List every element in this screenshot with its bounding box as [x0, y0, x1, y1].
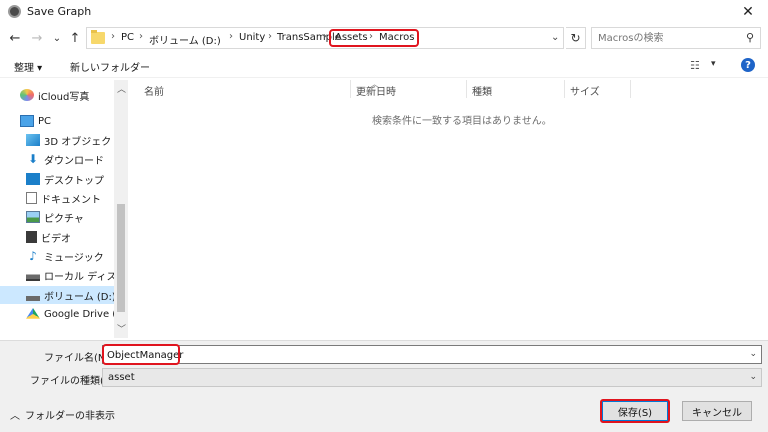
column-header-name[interactable]: 名前	[144, 83, 164, 98]
breadcrumb-highlight	[329, 29, 419, 47]
search-icon[interactable]: ⚲	[746, 31, 754, 44]
save-form-panel: ファイル名(N): ⌄ ファイルの種類(T): asset ⌄ ︿フォルダーの非…	[0, 340, 768, 432]
sidebar-item-3d-objects[interactable]: 3D オブジェクト	[26, 131, 121, 149]
cancel-button[interactable]: キャンセル	[682, 401, 752, 421]
back-arrow-icon[interactable]: ←	[6, 28, 24, 48]
column-header-size[interactable]: サイズ	[570, 83, 600, 98]
title-bar: Save Graph ✕	[0, 0, 768, 24]
file-list[interactable]: ︿ 名前 更新日時 種類 サイズ 検索条件に一致する項目はありません。	[130, 80, 768, 338]
column-divider[interactable]	[466, 80, 467, 98]
help-icon[interactable]: ?	[741, 58, 755, 72]
refresh-icon[interactable]: ↻	[566, 27, 586, 49]
forward-arrow-icon[interactable]: →	[28, 28, 46, 48]
navigation-pane: iCloud写真 PC 3D オブジェクト ⬇ ダウンロード デスクトップ ドキ…	[0, 80, 128, 338]
sidebar-item-volume-d[interactable]: ボリューム (D:)	[0, 286, 116, 304]
sidebar-item-label: ボリューム (D:)	[44, 291, 116, 303]
music-icon: ♪	[29, 249, 37, 263]
view-options-icon[interactable]: ☷	[690, 59, 700, 72]
desktop-icon	[26, 173, 40, 185]
command-toolbar: 整理 ▾ 新しいフォルダー ☷ ▾ ?	[0, 54, 768, 78]
breadcrumb-separator: ›	[139, 31, 143, 42]
sidebar-item-google-drive[interactable]: Google Drive (G:	[26, 305, 127, 323]
breadcrumb-volume-d[interactable]: ボリューム (D:)	[149, 32, 221, 47]
window-title: Save Graph	[27, 5, 92, 18]
filename-combobox[interactable]: ⌄	[102, 345, 762, 364]
3d-objects-icon	[26, 134, 40, 146]
navigation-bar: ← → ⌄ ↑ › PC › ボリューム (D:) › Unity › Tran…	[0, 26, 768, 50]
sidebar-scrollbar-thumb[interactable]	[117, 204, 125, 312]
breadcrumb-separator: ›	[268, 31, 272, 42]
videos-icon	[26, 231, 37, 243]
local-disk-icon	[26, 269, 40, 281]
filetype-select[interactable]: asset ⌄	[102, 368, 762, 387]
sidebar-item-label: PC	[38, 115, 52, 127]
organize-menu[interactable]: 整理 ▾	[14, 59, 42, 74]
new-folder-button[interactable]: 新しいフォルダー	[70, 59, 150, 74]
sidebar-item-downloads[interactable]: ⬇ ダウンロード	[26, 150, 114, 168]
sidebar-item-label: ダウンロード	[44, 155, 104, 167]
address-dropdown-icon[interactable]: ⌄	[551, 32, 559, 43]
column-divider[interactable]	[350, 80, 351, 98]
up-arrow-icon[interactable]: ↑	[66, 28, 84, 48]
recent-locations-icon[interactable]: ⌄	[48, 28, 66, 48]
sidebar-item-pictures[interactable]: ピクチャ	[26, 208, 114, 226]
pc-icon	[20, 115, 34, 127]
filetype-value: asset	[108, 372, 135, 383]
close-icon[interactable]: ✕	[728, 0, 768, 24]
filetype-dropdown-icon[interactable]: ⌄	[749, 372, 757, 382]
app-icon	[8, 5, 21, 18]
sidebar-item-documents[interactable]: ドキュメント	[26, 189, 114, 207]
sidebar-item-local-disk-c[interactable]: ローカル ディスク (C	[26, 266, 128, 284]
sidebar-item-label: iCloud写真	[38, 91, 90, 103]
sidebar-item-label: 3D オブジェクト	[44, 136, 122, 148]
sidebar-item-label: デスクトップ	[44, 175, 104, 187]
chevron-up-icon: ︿	[10, 411, 20, 422]
scroll-up-icon[interactable]: ︿	[117, 82, 126, 95]
breadcrumb-separator: ›	[111, 31, 115, 42]
download-icon: ⬇	[27, 152, 39, 166]
scroll-down-icon[interactable]: ﹀	[117, 322, 126, 335]
breadcrumb-unity[interactable]: Unity	[239, 32, 265, 43]
column-header-modified[interactable]: 更新日時	[356, 83, 396, 98]
search-input[interactable]	[598, 31, 738, 45]
sidebar-item-pc[interactable]: PC	[20, 112, 114, 130]
search-box[interactable]: ⚲	[591, 27, 761, 49]
breadcrumb-pc[interactable]: PC	[121, 32, 134, 43]
hide-folders-toggle[interactable]: ︿ フォルダーの非表示	[10, 407, 115, 422]
filename-highlight	[102, 344, 180, 365]
empty-list-message: 検索条件に一致する項目はありません。	[372, 116, 552, 127]
address-bar[interactable]: › PC › ボリューム (D:) › Unity › TransSample …	[86, 27, 564, 49]
icloud-photos-icon	[20, 89, 34, 101]
breadcrumb-separator: ›	[323, 31, 327, 42]
google-drive-icon	[26, 308, 40, 319]
sidebar-item-videos[interactable]: ビデオ	[26, 228, 114, 246]
column-divider[interactable]	[630, 80, 631, 98]
sidebar-item-music[interactable]: ♪ ミュージック	[26, 247, 114, 265]
sidebar-item-label: ミュージック	[44, 252, 104, 264]
breadcrumb-separator: ›	[229, 31, 233, 42]
documents-icon	[26, 192, 37, 204]
sidebar-item-desktop[interactable]: デスクトップ	[26, 170, 114, 188]
folder-icon	[91, 30, 105, 44]
sidebar-item-icloud-photos[interactable]: iCloud写真	[20, 86, 114, 104]
pictures-icon	[26, 211, 40, 223]
sidebar-item-label: ピクチャ	[44, 213, 84, 225]
sidebar-item-label: ドキュメント	[41, 194, 101, 206]
column-divider[interactable]	[564, 80, 565, 98]
column-header-type[interactable]: 種類	[472, 83, 492, 98]
filename-dropdown-icon[interactable]: ⌄	[749, 349, 757, 359]
view-dropdown-icon[interactable]: ▾	[711, 59, 716, 69]
volume-drive-icon	[26, 289, 40, 301]
sidebar-item-label: ビデオ	[41, 233, 71, 245]
hide-folders-label: フォルダーの非表示	[25, 411, 115, 422]
filename-input[interactable]	[107, 348, 727, 362]
save-button[interactable]: 保存(S)	[602, 401, 668, 421]
